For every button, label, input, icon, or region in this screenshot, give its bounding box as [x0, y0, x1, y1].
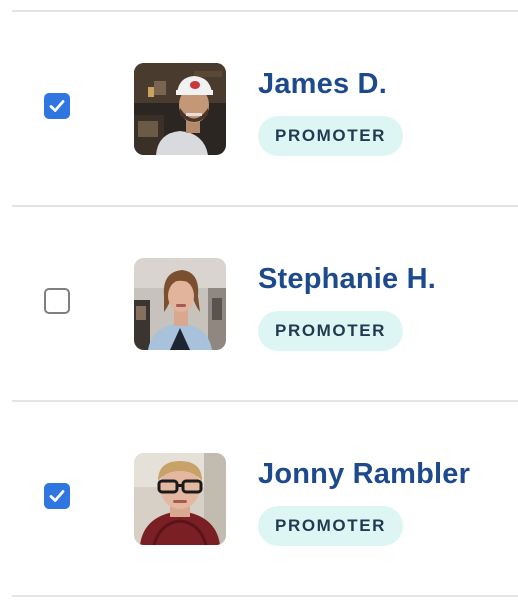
- promoter-badge: PROMOTER: [258, 116, 404, 156]
- select-checkbox[interactable]: [44, 483, 70, 509]
- list-item: Stephanie H. PROMOTER: [0, 207, 518, 400]
- list-item: James D. PROMOTER: [0, 12, 518, 205]
- promoter-badge: PROMOTER: [258, 311, 404, 351]
- select-checkbox[interactable]: [44, 93, 70, 119]
- user-name[interactable]: Jonny Rambler: [258, 457, 470, 491]
- select-checkbox[interactable]: [44, 288, 70, 314]
- user-name[interactable]: James D.: [258, 67, 387, 101]
- promoter-badge: PROMOTER: [258, 506, 404, 546]
- list-item: Jonny Rambler PROMOTER: [0, 402, 518, 595]
- user-name[interactable]: Stephanie H.: [258, 262, 436, 296]
- avatar: [134, 63, 226, 155]
- promoter-list: James D. PROMOTER Stephanie H. PROMOTER …: [0, 0, 518, 610]
- checkmark-icon: [49, 100, 65, 112]
- checkmark-icon: [49, 490, 65, 502]
- avatar: [134, 258, 226, 350]
- divider: [12, 595, 518, 597]
- avatar: [134, 453, 226, 545]
